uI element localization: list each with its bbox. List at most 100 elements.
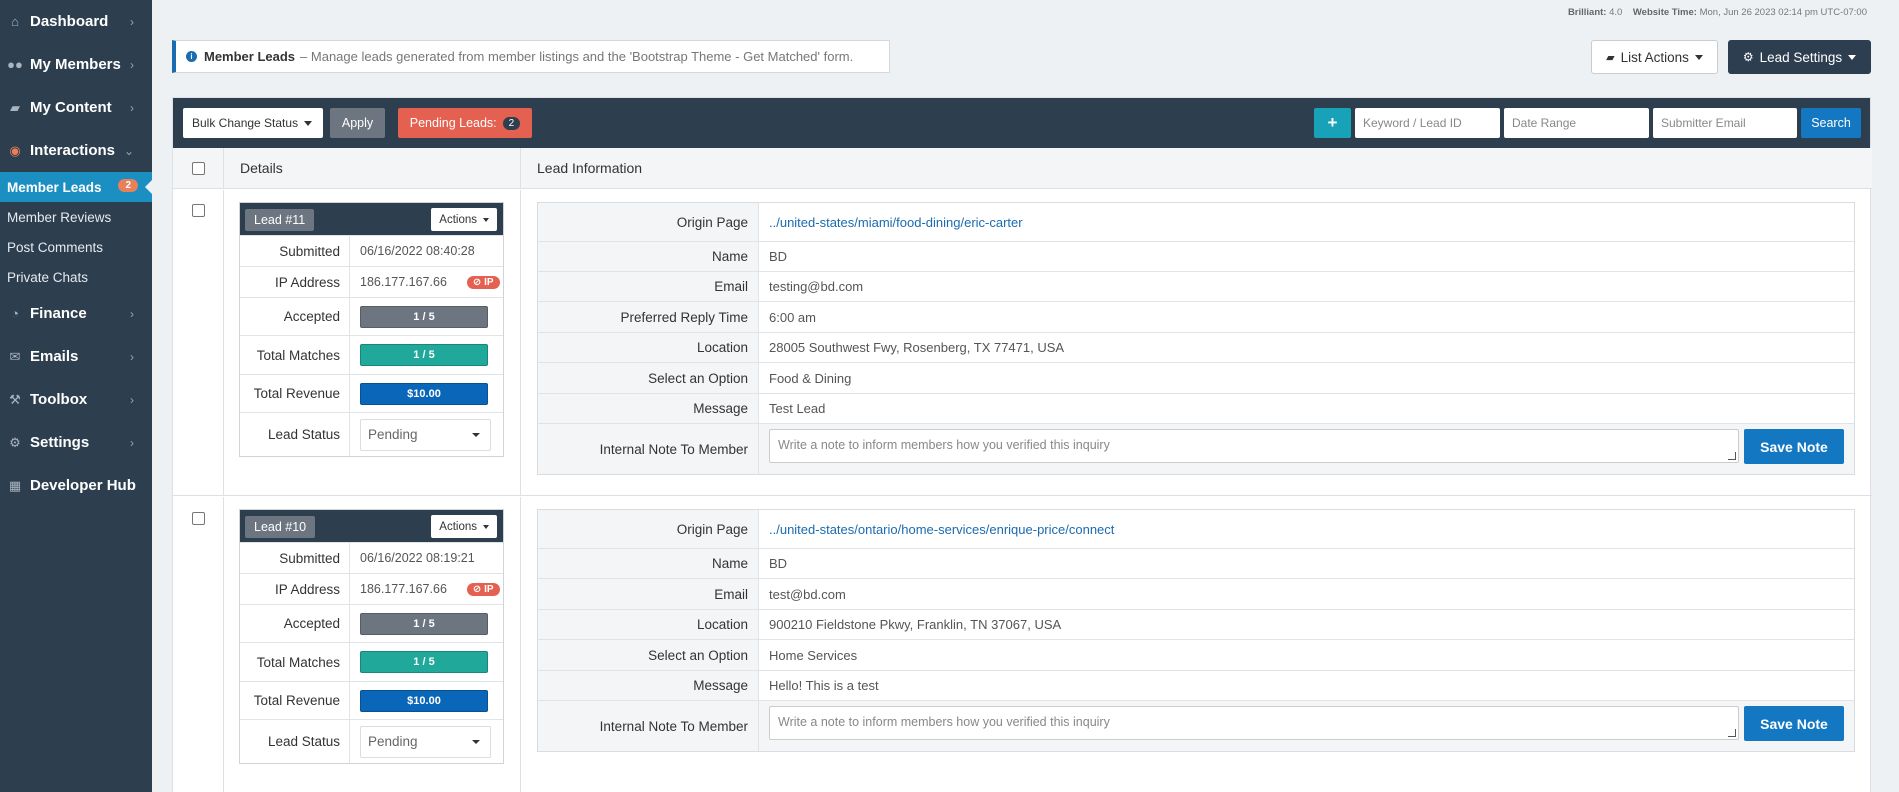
select-all-checkbox[interactable] (192, 162, 205, 175)
save-note-button[interactable]: Save Note (1744, 706, 1844, 741)
pending-leads-label: Pending Leads: (409, 116, 497, 130)
sidebar-item-label: Settings (30, 434, 90, 451)
sidebar-item-dashboard[interactable]: ⌂ Dashboard › (0, 0, 152, 43)
comments-icon: ◉ (9, 142, 21, 158)
date-range-input[interactable]: Date Range (1504, 108, 1649, 138)
search-button[interactable]: Search (1801, 108, 1861, 138)
list-actions-button[interactable]: ▰ List Actions (1591, 40, 1718, 74)
folder-icon: ▰ (10, 99, 20, 115)
info-icon: i (186, 51, 197, 62)
sidebar-item-toolbox[interactable]: ⚒ Toolbox › (0, 378, 152, 421)
lead-actions-button[interactable]: Actions (431, 515, 497, 538)
save-note-button[interactable]: Save Note (1744, 429, 1844, 464)
sidebar-item-label: Emails (30, 348, 79, 365)
website-time-value: Mon, Jun 26 2023 02:14 pm UTC-07:00 (1699, 7, 1867, 18)
total-matches-label: Total Matches (240, 643, 350, 681)
add-lead-button[interactable]: + (1314, 108, 1351, 138)
column-divider (520, 497, 521, 792)
submitter-email-input[interactable]: Submitter Email (1653, 108, 1797, 138)
info-key: Internal Note To Member (538, 701, 759, 751)
page-notice: i Member Leads – Manage leads generated … (172, 40, 890, 73)
bulk-status-select[interactable]: Bulk Change Status (183, 108, 323, 138)
sidebar-item-my-content[interactable]: ▰ My Content › (0, 86, 152, 129)
total-matches-cell: 1 / 5 (350, 336, 503, 374)
column-divider (223, 190, 224, 495)
info-value: Food & Dining (769, 370, 852, 386)
lead-card: Lead #11 Actions Submitted 06/16/2022 08:… (239, 202, 504, 457)
lead-checkbox[interactable] (192, 204, 205, 217)
internal-note-textarea[interactable]: Write a note to inform members how you v… (769, 429, 1739, 463)
sidebar-item-developer-hub[interactable]: ▦ Developer Hub (0, 464, 152, 507)
total-revenue-row: Total Revenue $10.00 (240, 681, 503, 719)
info-key: Origin Page (538, 510, 759, 548)
origin-page-link[interactable]: ../united-states/miami/food-dining/eric-… (769, 215, 1023, 230)
chevron-right-icon: › (130, 435, 134, 450)
internal-note-textarea[interactable]: Write a note to inform members how you v… (769, 706, 1739, 740)
sidebar-item-label: Member Leads (7, 179, 102, 195)
submitted-label: Submitted (240, 236, 350, 266)
lead-status-row: Lead Status Pending (240, 412, 503, 456)
wrench-icon: ⚒ (9, 391, 21, 407)
lead-info-table: Origin Page ../united-states/miami/food-d… (537, 202, 1855, 475)
chevron-right-icon: › (130, 57, 134, 72)
sidebar-item-post-comments[interactable]: Post Comments (0, 232, 152, 262)
sidebar-item-finance[interactable]: ◔ Finance › (0, 292, 152, 335)
caret-down-icon (1694, 54, 1703, 60)
sidebar-item-label: Dashboard (30, 13, 109, 30)
resize-grip-icon[interactable] (1728, 452, 1736, 460)
sidebar-item-interactions[interactable]: ◉ Interactions ⌄ (0, 129, 152, 172)
info-row-message: Message Hello! This is a test (538, 670, 1854, 700)
submitted-value: 06/16/2022 08:40:28 (360, 244, 475, 258)
info-row-message: Message Test Lead (538, 393, 1854, 423)
lead-info-table: Origin Page ../united-states/ontario/home… (537, 509, 1855, 752)
column-divider (223, 148, 224, 188)
pending-leads-button[interactable]: Pending Leads: 2 (398, 108, 532, 138)
lead-card-header: Lead #11 Actions (240, 203, 503, 235)
info-key: Origin Page (538, 203, 759, 241)
info-row-option: Select an Option Food & Dining (538, 362, 1854, 393)
chevron-right-icon: › (130, 100, 134, 115)
info-row-name: Name BD (538, 548, 1854, 578)
ip-block-badge[interactable]: ⊘ IP (466, 582, 500, 596)
total-matches-value: 1 / 5 (360, 651, 488, 673)
info-key: Location (538, 610, 759, 639)
total-revenue-label: Total Revenue (240, 682, 350, 719)
info-value: testing@bd.com (769, 279, 864, 294)
accepted-cell: 1 / 5 (350, 605, 503, 642)
chevron-right-icon: › (130, 14, 134, 29)
sidebar-item-my-members[interactable]: ●● My Members › (0, 43, 152, 86)
ip-block-badge[interactable]: ⊘ IP (466, 275, 500, 289)
lead-checkbox[interactable] (192, 512, 205, 525)
chevron-right-icon: › (130, 392, 134, 407)
sidebar-item-label: Private Chats (7, 269, 89, 285)
folder-open-icon: ▰ (1606, 51, 1615, 64)
note-cell: Write a note to inform members how you v… (759, 701, 1854, 751)
apply-button[interactable]: Apply (330, 108, 385, 138)
info-row-option: Select an Option Home Services (538, 639, 1854, 670)
info-key: Message (538, 671, 759, 700)
keyword-search-input[interactable]: Keyword / Lead ID (1355, 108, 1500, 138)
info-key: Email (538, 579, 759, 609)
page-title: Member Leads (204, 49, 296, 64)
ip-value: 186.177.167.66 (360, 582, 447, 596)
total-matches-cell: 1 / 5 (350, 643, 503, 681)
sidebar-item-private-chats[interactable]: Private Chats (0, 262, 152, 292)
lead-status-select[interactable]: Pending (360, 725, 491, 758)
total-revenue-value: $10.00 (360, 382, 488, 405)
sidebar-item-settings[interactable]: ⚙ Settings › (0, 421, 152, 464)
sidebar-item-member-reviews[interactable]: Member Reviews (0, 202, 152, 232)
lead-actions-button[interactable]: Actions (431, 208, 497, 231)
total-revenue-cell: $10.00 (350, 682, 503, 719)
accepted-value: 1 / 5 (360, 305, 488, 328)
info-key: Name (538, 242, 759, 271)
info-row-internal-note: Internal Note To Member Write a note to … (538, 423, 1854, 474)
lead-settings-button[interactable]: ⚙ Lead Settings (1728, 40, 1871, 74)
ip-value-cell: 186.177.167.66 ⊘ IP (350, 574, 503, 604)
resize-grip-icon[interactable] (1728, 729, 1736, 737)
sidebar-item-emails[interactable]: ✉ Emails › (0, 335, 152, 378)
sidebar-item-member-leads[interactable]: Member Leads 2 (0, 172, 153, 202)
lead-status-select[interactable]: Pending (360, 418, 491, 451)
origin-page-link[interactable]: ../united-states/ontario/home-services/e… (769, 522, 1114, 537)
info-key: Internal Note To Member (538, 424, 759, 474)
caret-down-icon (483, 217, 489, 222)
